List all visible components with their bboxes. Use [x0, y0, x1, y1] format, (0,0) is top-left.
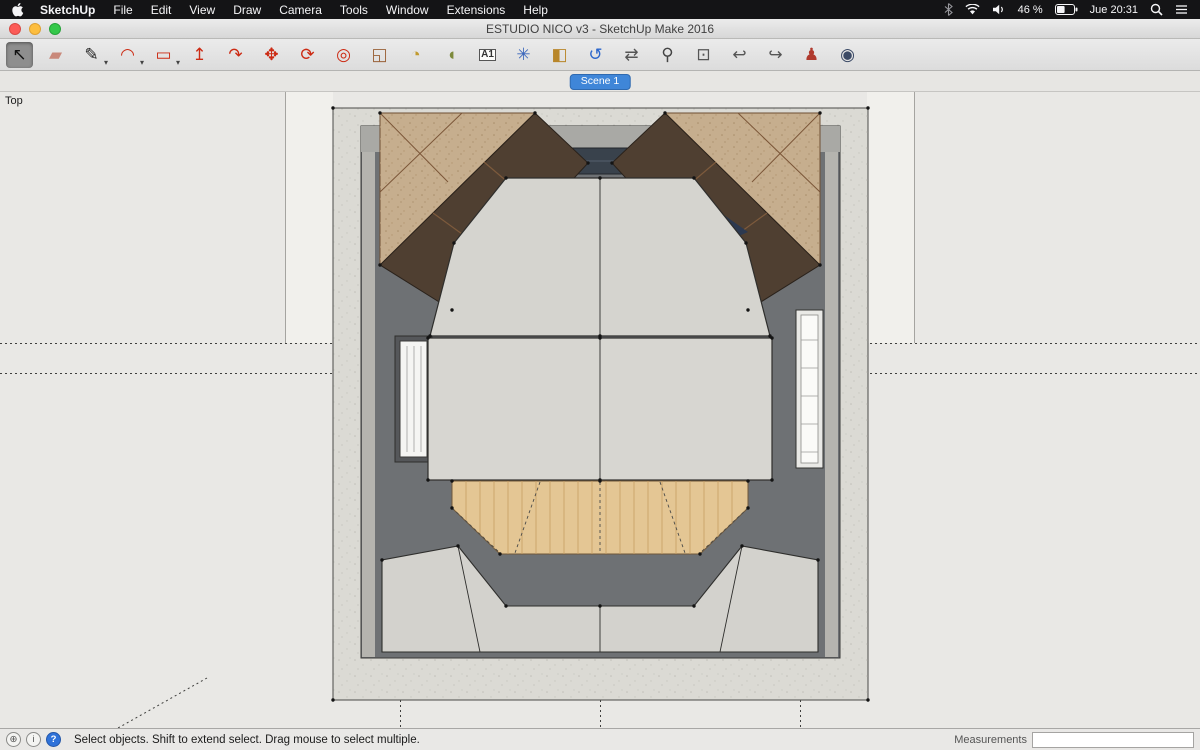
tool-icon: ↷: [228, 46, 242, 63]
tool-icon: ◉: [840, 46, 855, 63]
arc-tool[interactable]: ◠▾: [114, 42, 141, 68]
menu-item[interactable]: Extensions: [447, 3, 506, 17]
credits-icon[interactable]: i: [26, 732, 41, 747]
right-wall-panel: [796, 310, 823, 468]
view-name-label: Top: [5, 95, 23, 107]
line-tool[interactable]: ✎▾: [78, 42, 105, 68]
tool-icon: ↩: [732, 46, 746, 63]
apple-menu-icon[interactable]: [12, 2, 24, 17]
tool-icon: ▭: [155, 46, 171, 63]
notification-center-icon[interactable]: [1175, 4, 1188, 15]
tool-icon: ↪: [768, 46, 782, 63]
tool-icon: A1: [479, 49, 496, 61]
tape-measure-tool[interactable]: ◔▾: [402, 42, 429, 68]
zoom-tool[interactable]: ⚲▾: [654, 42, 681, 68]
menu-item[interactable]: Window: [386, 3, 429, 17]
measurements-input[interactable]: [1032, 732, 1194, 748]
eraser-tool[interactable]: ▰▾: [42, 42, 69, 68]
text-tool[interactable]: A1▾: [474, 42, 501, 68]
menu-item[interactable]: View: [189, 3, 215, 17]
minimize-button[interactable]: [29, 23, 41, 35]
close-button[interactable]: [9, 23, 21, 35]
tool-icon: ✥: [264, 46, 278, 63]
tool-icon: ↺: [588, 46, 602, 63]
push-pull-tool[interactable]: ↥▾: [186, 42, 213, 68]
orbit-tool[interactable]: ↺▾: [582, 42, 609, 68]
protractor-tool[interactable]: ◖▾: [438, 42, 465, 68]
menu-app-name[interactable]: SketchUp: [40, 3, 95, 17]
menu-clock[interactable]: Jue 20:31: [1090, 4, 1138, 16]
volume-icon[interactable]: [992, 4, 1006, 15]
toolbar: ↖▾▰▾✎▾◠▾▭▾↥▾↷▾✥▾⟳▾◎▾◱▾◔▾◖▾A1▾✳▾◧▾↺▾⇄▾⚲▾⊡…: [0, 39, 1200, 71]
tool-icon: ⇄: [624, 46, 638, 63]
pan-tool[interactable]: ⇄▾: [618, 42, 645, 68]
spotlight-icon[interactable]: [1150, 3, 1163, 16]
help-icon[interactable]: ?: [46, 732, 61, 747]
next-view-tool[interactable]: ↪▾: [762, 42, 789, 68]
rectangle-tool[interactable]: ▭▾: [150, 42, 177, 68]
tool-icon: ◠: [120, 46, 135, 63]
status-bar: ⊕ i ? Select objects. Shift to extend se…: [0, 728, 1200, 750]
menu-item[interactable]: File: [113, 3, 132, 17]
viewport[interactable]: Top: [0, 92, 1200, 728]
tool-icon: ✳: [516, 46, 530, 63]
menu-bar: SketchUp File Edit View Draw Camera Tools Wind…: [0, 0, 1200, 19]
menu-item[interactable]: Camera: [279, 3, 322, 17]
tool-icon: ◔: [410, 46, 420, 63]
tool-icon: ◱: [371, 46, 387, 63]
window-title: ESTUDIO NICO v3 - SketchUp Make 2016: [486, 22, 714, 36]
follow-me-tool[interactable]: ↷▾: [222, 42, 249, 68]
tool-icon: ⊡: [696, 46, 710, 63]
sketchup-window: SketchUp File Edit View Draw Camera Tools Wind…: [0, 0, 1200, 750]
menu-item[interactable]: Tools: [340, 3, 368, 17]
tool-icon: ⟳: [300, 46, 314, 63]
status-hint: Select objects. Shift to extend select. …: [74, 734, 420, 746]
move-tool[interactable]: ✥▾: [258, 42, 285, 68]
geolocation-icon[interactable]: ⊕: [6, 732, 21, 747]
tool-icon: ◖: [446, 46, 456, 63]
zoom-button[interactable]: [49, 23, 61, 35]
window-controls: [9, 23, 61, 35]
measurements-label: Measurements: [954, 734, 1027, 746]
menu-status-area: 46 % Jue 20:31: [944, 3, 1188, 16]
dropdown-caret-icon[interactable]: ▾: [176, 58, 180, 67]
menu-item[interactable]: Draw: [233, 3, 261, 17]
position-camera-tool[interactable]: ♟▾: [798, 42, 825, 68]
select-tool[interactable]: ↖▾: [6, 42, 33, 68]
previous-view-tool[interactable]: ↩▾: [726, 42, 753, 68]
menu-item[interactable]: Help: [523, 3, 548, 17]
battery-icon: [1055, 4, 1078, 15]
tool-icon: ◎: [336, 46, 351, 63]
axes-tool[interactable]: ✳▾: [510, 42, 537, 68]
tool-icon: ▰: [49, 46, 62, 63]
rotate-tool[interactable]: ⟳▾: [294, 42, 321, 68]
dropdown-caret-icon[interactable]: ▾: [104, 58, 108, 67]
wifi-icon[interactable]: [965, 4, 980, 15]
menu-items: File Edit View Draw Camera Tools Window Extensi…: [113, 3, 548, 17]
ceiling-cloud: [428, 178, 772, 480]
offset-tool[interactable]: ◎▾: [330, 42, 357, 68]
tool-icon: ♟: [804, 46, 819, 63]
menu-item[interactable]: Edit: [151, 3, 172, 17]
scene-tab-bar: Scene 1: [0, 71, 1200, 92]
zoom-extents-tool[interactable]: ⊡▾: [690, 42, 717, 68]
dropdown-caret-icon[interactable]: ▾: [140, 58, 144, 67]
tool-icon: ↖: [12, 46, 26, 63]
paint-bucket-tool[interactable]: ◧▾: [546, 42, 573, 68]
left-wall-panel: [395, 336, 432, 462]
tool-icon: ◧: [551, 46, 567, 63]
title-bar: ESTUDIO NICO v3 - SketchUp Make 2016: [0, 19, 1200, 39]
model-top-view[interactable]: [0, 92, 1200, 728]
bluetooth-icon[interactable]: [944, 3, 953, 16]
tool-icon: ↥: [192, 46, 206, 63]
tool-icon: ✎: [84, 46, 98, 63]
battery-percent: 46 %: [1018, 4, 1043, 16]
tool-icon: ⚲: [661, 46, 673, 63]
look-around-tool[interactable]: ◉▾: [834, 42, 861, 68]
scene-tab[interactable]: Scene 1: [570, 74, 631, 90]
studio-model[interactable]: [333, 108, 868, 700]
wood-floor: [452, 481, 748, 554]
scale-tool[interactable]: ◱▾: [366, 42, 393, 68]
